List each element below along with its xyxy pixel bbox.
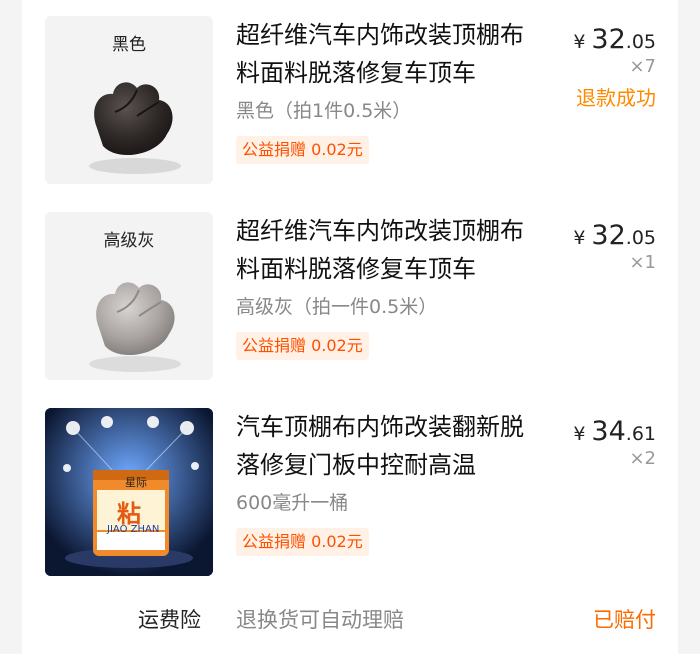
product-title[interactable]: 超纤维汽车内饰改装顶棚布料面料脱落修复车顶车	[236, 212, 536, 288]
shipping-insurance-desc: 退换货可自动理赔	[236, 608, 404, 632]
product-spec: 600毫升一桶	[236, 492, 349, 514]
price-integer: 34	[591, 416, 626, 447]
shipping-insurance-status[interactable]: 已赔付	[593, 604, 656, 634]
thumbnail-variant-label: 黑色	[112, 35, 146, 55]
product-spec: 高级灰（拍一件0.5米）	[236, 296, 438, 318]
can-brand-text: 星际	[125, 476, 147, 489]
product-title[interactable]: 超纤维汽车内饰改装顶棚布料面料脱落修复车顶车	[236, 16, 536, 92]
currency-symbol: ¥	[573, 423, 586, 445]
price-decimal: .05	[625, 227, 656, 249]
price-decimal: .61	[625, 423, 656, 445]
order-item[interactable]: 黑色 超纤维汽车内饰改装顶棚布料面料脱落修复车顶车 黑色（拍1件0.5米） 公益…	[22, 0, 678, 184]
shipping-insurance-label: 运费险	[138, 608, 201, 632]
shipping-insurance-row[interactable]: 运费险 退换货可自动理赔 已赔付	[22, 594, 678, 640]
charity-badge: 公益捐赠 0.02元	[236, 528, 369, 556]
price-integer: 32	[591, 220, 626, 251]
product-thumbnail[interactable]: 星际 粘 JIAO ZHAN	[45, 408, 213, 576]
product-spec: 黑色（拍1件0.5米）	[236, 100, 412, 122]
order-item[interactable]: 星际 粘 JIAO ZHAN 汽车顶棚布内饰改装翻新脱落修复门板中控耐高温 60…	[22, 392, 678, 576]
thumbnail-variant-label: 高级灰	[103, 231, 155, 251]
product-price: ¥34.61	[573, 416, 656, 447]
refund-status[interactable]: 退款成功	[576, 82, 656, 111]
price-integer: 32	[591, 24, 626, 55]
currency-symbol: ¥	[573, 227, 586, 249]
product-quantity: ×1	[629, 252, 656, 273]
product-title[interactable]: 汽车顶棚布内饰改装翻新脱落修复门板中控耐高温	[236, 408, 536, 484]
charity-badge: 公益捐赠 0.02元	[236, 136, 369, 164]
currency-symbol: ¥	[573, 31, 586, 53]
glue-can-stage-image	[45, 408, 213, 576]
product-price: ¥32.05	[573, 220, 656, 251]
product-thumbnail[interactable]: 高级灰	[45, 212, 213, 380]
order-card: 黑色 超纤维汽车内饰改装顶棚布料面料脱落修复车顶车 黑色（拍1件0.5米） 公益…	[22, 0, 678, 654]
price-decimal: .05	[625, 31, 656, 53]
product-quantity: ×7	[629, 56, 656, 77]
product-quantity: ×2	[629, 448, 656, 469]
order-item[interactable]: 高级灰 超纤维汽车内饰改装顶棚布料面料脱落修复车顶车 高级灰（拍一件0.5米） …	[22, 196, 678, 380]
can-pinyin-text: JIAO ZHAN	[107, 524, 160, 535]
charity-badge: 公益捐赠 0.02元	[236, 332, 369, 360]
product-thumbnail[interactable]: 黑色	[45, 16, 213, 184]
product-price: ¥32.05	[573, 24, 656, 55]
